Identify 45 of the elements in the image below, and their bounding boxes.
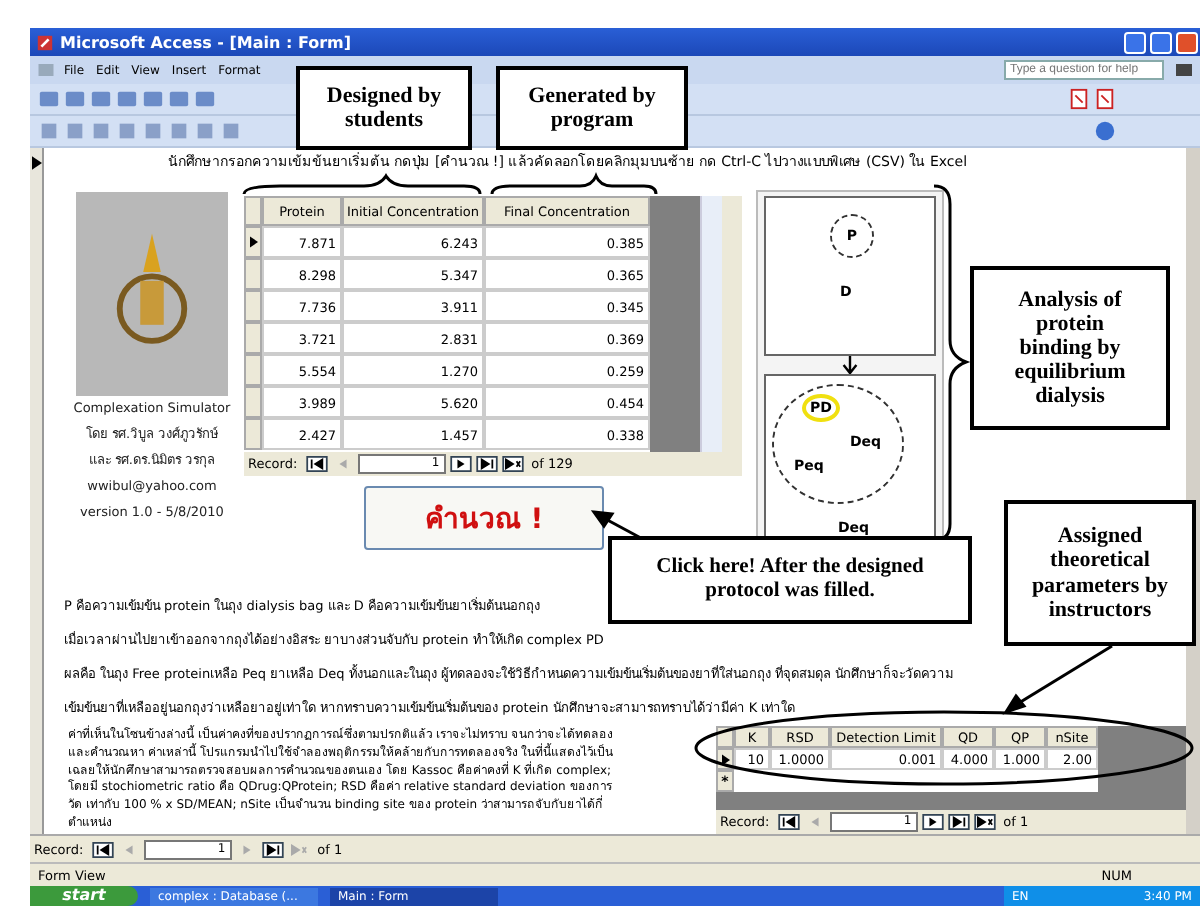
annotation-callout: Assigned theoretical parameters by instructors [1004,500,1196,646]
pointer-arrow [1002,644,1113,715]
annotation-callout: Click here! After the designed protocol was filled. [608,536,972,624]
toolbar-icon[interactable] [116,120,138,142]
first-record-icon[interactable] [777,814,800,830]
toolbar-icon[interactable] [116,88,138,110]
toolbar-icon[interactable] [142,120,164,142]
toolbar-icon[interactable] [168,88,190,110]
next-record-icon[interactable] [449,456,472,472]
last-record-icon[interactable] [261,841,284,857]
pdf-icon[interactable] [1068,88,1090,110]
toolbar-icon[interactable] [142,88,164,110]
toolbar-icon[interactable] [64,120,86,142]
toolbar-icon[interactable] [38,120,60,142]
new-record-icon[interactable] [973,814,996,830]
row-selector[interactable] [244,226,262,258]
minimize-button[interactable] [1124,31,1146,53]
annotation-callout: Analysis of protein binding by equilibrium dialysis [970,266,1170,430]
annotation-callout: Designed by students [296,66,472,150]
first-record-icon[interactable] [305,456,328,472]
new-record-icon[interactable] [501,456,524,472]
toolbar-icon[interactable] [194,88,216,110]
toolbar-icon[interactable] [90,88,112,110]
toolbar-icon[interactable] [64,88,86,110]
toolbar-icon[interactable] [90,120,112,142]
first-record-icon[interactable] [91,841,114,857]
calculate-button[interactable]: คำนวณ ! [364,486,604,550]
toolbar-icon[interactable] [38,88,60,110]
last-record-icon[interactable] [475,456,498,472]
current-row-icon [721,753,729,765]
next-record-icon[interactable] [921,814,944,830]
window-title: Microsoft Access - [Main : Form] [60,33,352,51]
annotation-callout: Generated by program [496,66,688,150]
scrollbar[interactable] [700,196,722,452]
toolbar-icon[interactable] [220,120,242,142]
close-button[interactable] [1176,31,1198,53]
help-icon[interactable] [1094,120,1116,142]
last-record-icon[interactable] [947,814,970,830]
restore-button[interactable] [1150,31,1172,53]
toolbar-icon[interactable] [194,120,216,142]
current-row-icon [249,236,257,248]
toolbar-icon[interactable] [168,120,190,142]
pdf-icon[interactable] [1094,88,1116,110]
menu-grip-icon [38,64,54,76]
start-button[interactable]: start [30,886,138,906]
